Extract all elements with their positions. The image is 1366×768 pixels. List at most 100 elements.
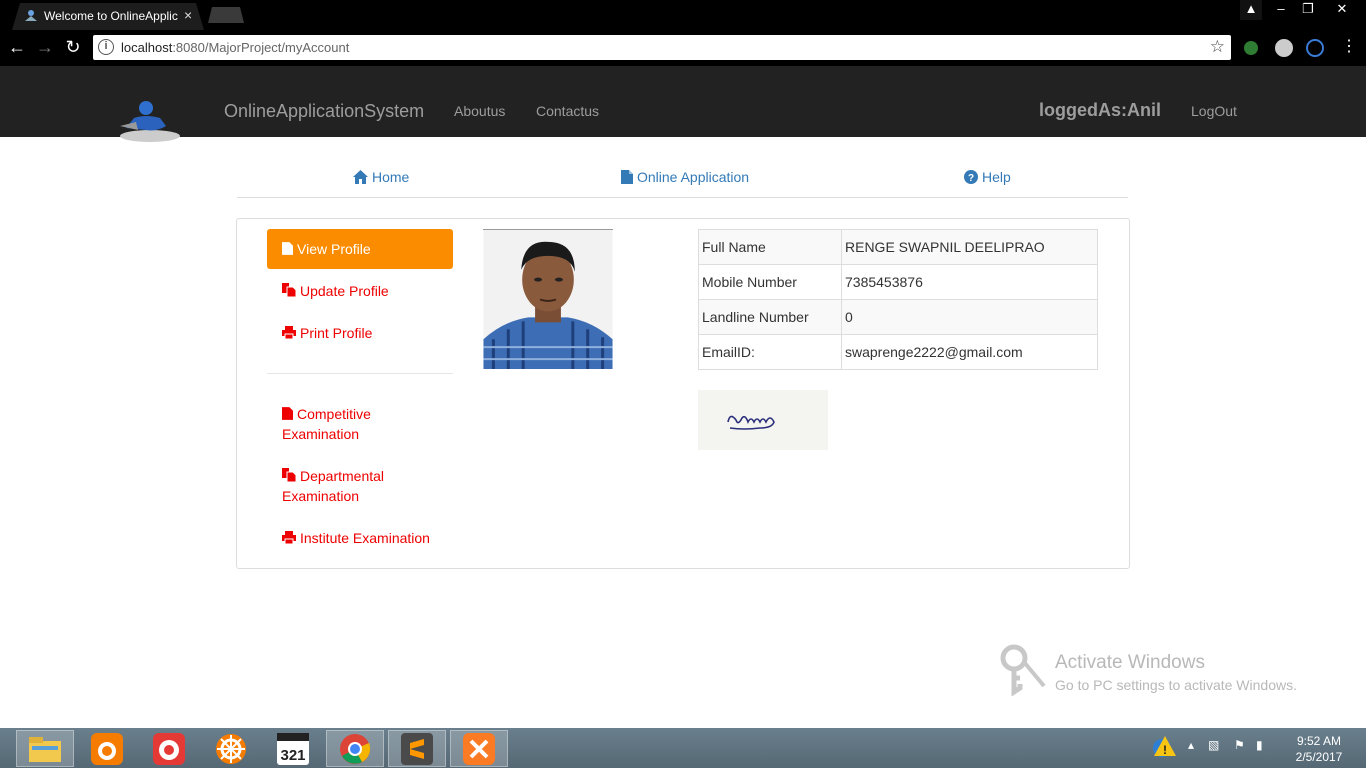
sidebar-item-label: View Profile — [297, 241, 371, 257]
back-arrow-icon[interactable]: ← — [6, 36, 28, 58]
flag-icon[interactable]: ⚑ — [1234, 738, 1245, 752]
address-bar[interactable]: i localhost:8080/MajorProject/myAccount … — [93, 35, 1231, 60]
activate-title: Activate Windows — [1055, 652, 1205, 673]
uc-browser-icon — [91, 732, 123, 765]
sidebar-divider — [267, 373, 453, 374]
restore-button[interactable]: ❐ — [1295, 0, 1321, 20]
taskbar-file-explorer[interactable] — [16, 730, 74, 767]
print-icon — [282, 326, 296, 339]
menu-icon[interactable]: ⋮ — [1338, 36, 1360, 58]
taskbar-helm-app[interactable] — [202, 730, 260, 767]
network-icon[interactable]: ▧ — [1208, 738, 1219, 752]
logged-as-label: loggedAs:Anil — [1039, 100, 1161, 120]
app-navbar — [0, 66, 1366, 137]
recorder-icon — [153, 732, 185, 765]
sidebar-item-view-profile[interactable]: View Profile — [267, 229, 453, 269]
browser-tab-bar: Welcome to OnlineApplic × ▲ – ❐ ✕ — [0, 0, 1366, 30]
taskbar-chrome[interactable] — [326, 730, 384, 767]
sub-nav: Home Online Application ? Help — [237, 160, 1128, 198]
print-icon — [282, 531, 296, 544]
xampp-icon — [463, 732, 495, 765]
url-host: localhost — [121, 40, 173, 55]
warning-icon[interactable]: ! — [1152, 734, 1178, 763]
sidebar-item-label: Institute Examination — [300, 530, 430, 546]
bookmark-star-icon[interactable]: ☆ — [1210, 37, 1225, 57]
sidebar-item-update-profile[interactable]: Update Profile — [267, 281, 453, 301]
sidebar-item-label: Competitive — [297, 406, 371, 422]
files-icon — [282, 283, 296, 297]
taskbar-xampp[interactable] — [450, 730, 508, 767]
extension-icon[interactable] — [1244, 41, 1258, 55]
taskbar-sublime-text[interactable] — [388, 730, 446, 767]
table-row: Full Name RENGE SWAPNIL DEELIPRAO — [698, 229, 1098, 265]
folder-icon — [29, 736, 61, 762]
profile-info-table: Full Name RENGE SWAPNIL DEELIPRAO Mobile N… — [698, 229, 1098, 370]
nav-aboutus[interactable]: Aboutus — [454, 103, 505, 119]
file-icon — [282, 407, 293, 420]
profile-photo — [483, 229, 613, 369]
activate-subtitle: Go to PC settings to activate Windows. — [1055, 677, 1297, 693]
question-circle-icon: ? — [964, 170, 978, 184]
table-row: Landline Number 0 — [698, 299, 1098, 335]
field-label: Mobile Number — [698, 264, 842, 300]
field-value: RENGE SWAPNIL DEELIPRAO — [841, 229, 1098, 265]
taskbar-uc-browser[interactable] — [78, 730, 136, 767]
sidebar-item-competitive-examination[interactable]: Competitive Examination — [267, 404, 453, 444]
field-label: EmailID: — [698, 334, 842, 370]
sidebar-item-label: Examination — [282, 488, 360, 504]
clock-time: 9:52 AM — [1296, 734, 1342, 748]
field-label: Landline Number — [698, 299, 842, 335]
tab-online-application[interactable]: Online Application — [621, 169, 749, 185]
forward-arrow-icon[interactable]: → — [34, 36, 56, 58]
url-path: :8080/MajorProject/myAccount — [172, 40, 350, 55]
moon-extension-icon[interactable] — [1306, 39, 1324, 57]
tray-expand-icon[interactable]: ▴ — [1188, 738, 1194, 752]
taskbar-screen-recorder[interactable] — [140, 730, 198, 767]
taskbar-media-player[interactable]: 321 — [264, 730, 322, 767]
sidebar-item-institute-examination[interactable]: Institute Examination — [267, 528, 453, 548]
field-value: 7385453876 — [841, 264, 1098, 300]
tab-help-label: Help — [982, 169, 1011, 185]
tab-home-label: Home — [372, 169, 410, 185]
tab-close-icon[interactable]: × — [184, 7, 192, 23]
cloud-extension-icon[interactable] — [1275, 39, 1293, 57]
sidebar-item-label: Departmental — [300, 468, 385, 484]
browser-tab[interactable]: Welcome to OnlineApplic × — [12, 3, 204, 30]
sidebar-item-label: Examination — [282, 426, 360, 442]
nav-contactus[interactable]: Contactus — [536, 103, 599, 119]
svg-text:!: ! — [1163, 743, 1167, 757]
brand-title[interactable]: OnlineApplicationSystem — [224, 101, 424, 122]
activate-windows-watermark: Activate Windows Go to PC settings to ac… — [1000, 644, 1330, 700]
favicon-icon — [25, 10, 37, 21]
tab-title: Welcome to OnlineApplic — [44, 9, 178, 23]
signature-image — [698, 390, 828, 450]
logo-icon — [120, 101, 180, 142]
table-row: EmailID: swaprenge2222@gmail.com — [698, 334, 1098, 370]
reload-icon[interactable]: ↻ — [62, 36, 84, 58]
sidebar-item-label: Print Profile — [300, 325, 373, 341]
field-label: Full Name — [698, 229, 842, 265]
sidebar-item-print-profile[interactable]: Print Profile — [267, 323, 453, 343]
info-icon[interactable]: i — [98, 39, 114, 55]
home-icon — [353, 170, 368, 184]
sublime-icon — [401, 732, 433, 765]
table-row: Mobile Number 7385453876 — [698, 264, 1098, 300]
minimize-button[interactable]: – — [1268, 0, 1294, 20]
svg-text:?: ? — [968, 173, 974, 184]
new-tab-button[interactable] — [208, 7, 244, 23]
logout-link[interactable]: LogOut — [1191, 103, 1237, 119]
media-player-icon: 321 — [277, 732, 309, 765]
sidebar-item-departmental-examination[interactable]: Departmental Examination — [267, 466, 453, 506]
chrome-icon — [340, 733, 371, 764]
tab-home[interactable]: Home — [353, 169, 409, 185]
url-text: localhost:8080/MajorProject/myAccount — [121, 40, 349, 55]
battery-icon[interactable]: ▮ — [1256, 738, 1263, 752]
tab-online-application-label: Online Application — [637, 169, 750, 185]
field-value: 0 — [841, 299, 1098, 335]
taskbar-clock[interactable]: 9:52 AM 2/5/2017 — [1284, 733, 1354, 765]
key-icon — [1000, 644, 1046, 696]
clock-date: 2/5/2017 — [1295, 750, 1343, 764]
user-icon[interactable]: ▲ — [1240, 0, 1262, 20]
tab-help[interactable]: ? Help — [964, 169, 1011, 185]
close-window-button[interactable]: ✕ — [1322, 0, 1362, 20]
